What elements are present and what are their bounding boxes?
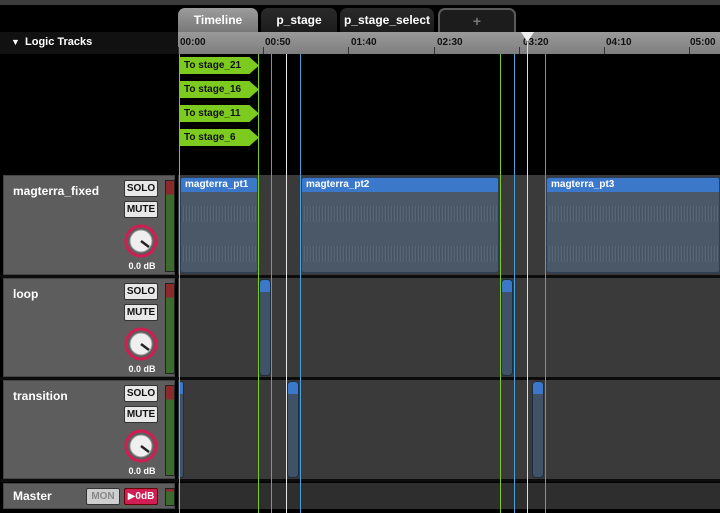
waveform (181, 246, 257, 262)
loop-clip[interactable] (501, 279, 513, 376)
waveform (302, 246, 498, 262)
master-level-button[interactable]: ▶0dB (124, 488, 158, 505)
ruler-tick: 01:40 (351, 37, 377, 48)
track-name: magterra_fixed (13, 184, 100, 198)
logic-track-area[interactable]: To stage_21 To stage_16 To stage_11 To s… (0, 54, 720, 174)
mute-button[interactable]: MUTE (124, 201, 158, 218)
tab-bar: Timeline p_stage p_stage_select + (0, 5, 720, 33)
ruler-tick: 05:00 (690, 37, 716, 48)
marker-line (500, 54, 501, 513)
clip-title: magterra_pt2 (302, 178, 498, 192)
playhead-icon[interactable] (521, 32, 534, 42)
ruler-tick-mark (348, 47, 349, 54)
transition-clip[interactable] (287, 381, 299, 478)
gain-value: 0.0 dB (128, 364, 156, 374)
timeline-ruler[interactable]: 00:00 00:50 01:40 02:30 03:20 04:10 05:0… (178, 32, 720, 54)
region-line (545, 54, 546, 513)
track-name: transition (13, 389, 68, 403)
master-name: Master (13, 489, 52, 503)
audio-clip[interactable]: magterra_pt1 (180, 177, 258, 273)
solo-button[interactable]: SOLO (124, 385, 158, 402)
level-meter (165, 488, 175, 506)
track-lane-magterra-fixed[interactable]: magterra_pt1 magterra_pt2 magterra_pt3 (178, 175, 720, 275)
solo-button[interactable]: SOLO (124, 180, 158, 197)
add-tab-button[interactable]: + (438, 8, 516, 33)
monitor-button[interactable]: MON (86, 488, 120, 505)
solo-button[interactable]: SOLO (124, 283, 158, 300)
stage-marker[interactable]: To stage_11 (179, 105, 259, 122)
marker-line (179, 54, 180, 513)
gain-knob-icon[interactable] (124, 224, 158, 258)
track-name: loop (13, 287, 39, 301)
clip-title: magterra_pt3 (547, 178, 719, 192)
tab-p-stage-select[interactable]: p_stage_select (340, 8, 434, 33)
ruler-tick: 00:50 (265, 37, 291, 48)
ruler-tick: 04:10 (606, 37, 632, 48)
ruler-tick: 02:30 (437, 37, 463, 48)
track-lane-loop[interactable] (178, 278, 720, 377)
level-meter (165, 385, 175, 476)
loop-clip[interactable] (259, 279, 271, 376)
collapse-triangle-icon[interactable]: ▼ (11, 37, 20, 47)
marker-line (258, 54, 259, 513)
track-divider (0, 479, 720, 482)
waveform (302, 206, 498, 222)
gain-knob-icon[interactable] (124, 327, 158, 361)
master-track-header: Master MON ▶0dB (3, 483, 175, 509)
audio-clip[interactable]: magterra_pt2 (301, 177, 499, 273)
ruler-tick-mark (178, 47, 179, 54)
ruler-tick-mark (689, 47, 690, 54)
clip-title: magterra_pt1 (181, 178, 257, 192)
tab-timeline[interactable]: Timeline (178, 8, 258, 33)
region-line (286, 54, 287, 513)
tab-p-stage[interactable]: p_stage (261, 8, 337, 33)
gain-value: 0.0 dB (128, 466, 156, 476)
gain-knob-icon[interactable] (124, 429, 158, 463)
logic-tracks-header[interactable]: ▼ Logic Tracks (0, 32, 178, 54)
playhead-line (527, 42, 528, 513)
track-lane-transition[interactable] (178, 380, 720, 479)
track-header-loop: loop SOLO MUTE 0.0 dB (3, 278, 175, 377)
region-line (271, 54, 272, 513)
transition-clip[interactable] (532, 381, 544, 478)
ruler-tick-mark (434, 47, 435, 54)
ruler-tick-mark (604, 47, 605, 54)
level-meter (165, 283, 175, 374)
master-lane (178, 483, 720, 509)
waveform (547, 246, 719, 262)
track-header-transition: transition SOLO MUTE 0.0 dB (3, 380, 175, 479)
stage-marker[interactable]: To stage_21 (179, 57, 259, 74)
region-line (514, 54, 515, 513)
region-line (300, 54, 301, 513)
stage-marker[interactable]: To stage_16 (179, 81, 259, 98)
level-meter (165, 180, 175, 272)
waveform (547, 206, 719, 222)
gain-value: 0.0 dB (128, 261, 156, 271)
waveform (181, 206, 257, 222)
track-header-magterra-fixed: magterra_fixed SOLO MUTE 0.0 dB (3, 175, 175, 275)
logic-tracks-label: Logic Tracks (25, 36, 93, 48)
stage-marker[interactable]: To stage_6 (179, 129, 259, 146)
mute-button[interactable]: MUTE (124, 406, 158, 423)
ruler-tick: 00:00 (180, 37, 206, 48)
ruler-tick-mark (519, 47, 520, 54)
audio-clip[interactable]: magterra_pt3 (546, 177, 720, 273)
ruler-tick-mark (263, 47, 264, 54)
mute-button[interactable]: MUTE (124, 304, 158, 321)
